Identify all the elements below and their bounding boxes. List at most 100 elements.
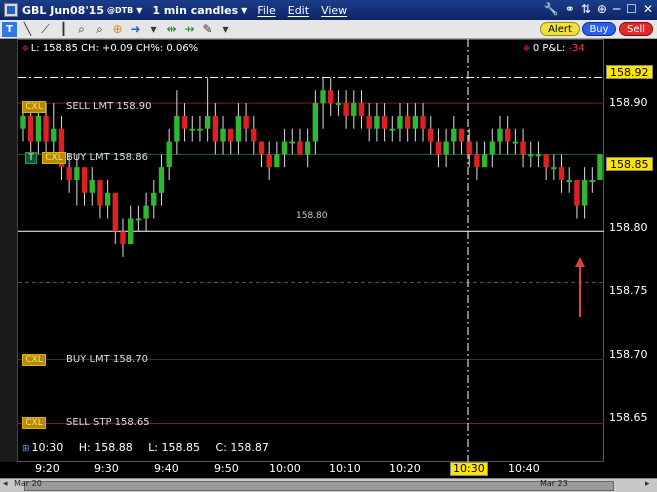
candle-body bbox=[597, 154, 603, 180]
candle-body bbox=[520, 141, 526, 155]
candle-body bbox=[566, 180, 572, 182]
candle-body bbox=[404, 115, 411, 129]
order-label-buy-lmt[interactable]: BUY LMT 158.86 bbox=[66, 152, 148, 163]
line-tool-icon[interactable]: ╲ bbox=[20, 22, 35, 37]
candle-body bbox=[266, 154, 272, 168]
candle-body bbox=[435, 141, 442, 155]
cancel-order-button[interactable]: CXL bbox=[22, 417, 46, 429]
y-axis-label: 158.75 bbox=[609, 284, 648, 297]
candle-body bbox=[243, 115, 249, 129]
symbol-dropdown[interactable]: GBL Jun08'15 @DTB ▼ bbox=[22, 4, 142, 17]
last-change-text: L: 158.85 CH: +0.09 CH%: 0.06% bbox=[30, 43, 199, 54]
scroll-right-icon[interactable]: ▸ bbox=[645, 479, 650, 489]
fibonacci-tool-icon[interactable]: ┃ bbox=[56, 22, 71, 37]
candle-body bbox=[128, 218, 134, 245]
candle-body bbox=[51, 128, 57, 142]
shrink-width-icon[interactable]: ⇸ bbox=[182, 22, 197, 37]
candle-body bbox=[328, 90, 334, 104]
ohlc-low: L: 158.85 bbox=[148, 441, 201, 454]
candle-body bbox=[343, 103, 349, 116]
info-bar: ✥ L: 158.85 CH: +0.09 CH%: 0.06% bbox=[22, 43, 198, 54]
candle-body bbox=[451, 128, 457, 142]
pnl-display: ✥ 0 P&L: -34 bbox=[523, 43, 585, 54]
candle-body bbox=[504, 128, 511, 142]
scroll-left-icon[interactable]: ◂ bbox=[3, 479, 8, 489]
candle-body bbox=[135, 218, 142, 221]
clock-icon: ⊞ bbox=[22, 444, 30, 454]
candle-body bbox=[228, 128, 234, 142]
candle-body bbox=[297, 141, 303, 155]
candle-body bbox=[112, 192, 119, 232]
app-window-icon bbox=[4, 3, 18, 17]
candle-body bbox=[151, 192, 157, 206]
time-scrollbar[interactable]: ◂ Mar 20 Mar 23 ▸ bbox=[0, 478, 657, 492]
arrow-icon[interactable]: ⇅ bbox=[581, 2, 591, 16]
candle-body bbox=[412, 115, 419, 129]
zoom-in-icon[interactable]: ⌕ bbox=[74, 22, 89, 37]
order-label-buy-lmt[interactable]: BUY LMT 158.70 bbox=[66, 354, 148, 365]
candle-body bbox=[535, 154, 542, 157]
y-axis-label: 158.90 bbox=[609, 96, 648, 109]
candle-body bbox=[397, 115, 403, 129]
text-tool-icon[interactable]: T bbox=[2, 21, 17, 37]
candle-body bbox=[497, 128, 503, 142]
maximize-icon[interactable]: ☐ bbox=[626, 2, 637, 16]
candle-body bbox=[89, 180, 95, 193]
ohlc-close: C: 158.87 bbox=[215, 441, 269, 454]
x-axis-label: 10:00 bbox=[269, 462, 301, 475]
link-icon[interactable]: ⚭ bbox=[565, 2, 575, 16]
exchange-label: @DTB bbox=[107, 5, 134, 15]
candle-body bbox=[420, 115, 426, 129]
chart-area[interactable]: ✥ L: 158.85 CH: +0.09 CH%: 0.06% ✥ 0 P&L:… bbox=[0, 39, 657, 492]
close-icon[interactable]: ✕ bbox=[643, 2, 653, 16]
chevron-down-icon: ▼ bbox=[241, 5, 248, 15]
y-axis-high-label: 158.92 bbox=[606, 65, 653, 79]
drag-handle-icon: ✥ bbox=[523, 44, 530, 53]
pin-icon[interactable]: ⊕ bbox=[597, 2, 607, 16]
y-axis-label: 158.65 bbox=[609, 411, 648, 424]
pnl-label: 0 P&L: bbox=[532, 43, 566, 54]
menu-file[interactable]: File bbox=[257, 4, 275, 17]
trendline-tool-icon[interactable]: ⟋ bbox=[38, 22, 53, 37]
candle-body bbox=[20, 115, 26, 129]
candle-body bbox=[428, 128, 434, 142]
fit-width-icon[interactable]: ⇹ bbox=[164, 22, 179, 37]
ohlc-high: H: 158.88 bbox=[78, 441, 133, 454]
drag-handle-icon: ✥ bbox=[22, 44, 29, 53]
order-label-sell-lmt[interactable]: SELL LMT 158.90 bbox=[66, 101, 151, 112]
alert-button[interactable]: Alert bbox=[540, 22, 580, 36]
minimize-icon[interactable]: ─ bbox=[613, 2, 620, 16]
x-axis-label: 9:20 bbox=[35, 462, 60, 475]
transmit-order-button[interactable]: T bbox=[25, 152, 37, 164]
wrench-icon[interactable]: 🔧 bbox=[544, 2, 559, 16]
candle-body bbox=[512, 141, 519, 144]
dropdown-arrow-icon[interactable]: ▾ bbox=[146, 22, 161, 37]
candle-body bbox=[574, 180, 580, 206]
y-axis-label: 158.70 bbox=[609, 348, 648, 361]
cancel-order-button[interactable]: CXL bbox=[42, 152, 66, 164]
buy-button[interactable]: Buy bbox=[582, 22, 616, 36]
candle-body bbox=[366, 115, 372, 129]
x-axis: 9:20 9:30 9:40 9:50 10:00 10:10 10:20 10… bbox=[18, 462, 604, 476]
zoom-out-icon[interactable]: ⌕ bbox=[92, 22, 107, 37]
candle-body bbox=[74, 167, 80, 180]
timeframe-dropdown[interactable]: 1 min candles ▼ bbox=[152, 4, 247, 17]
scroll-right-icon[interactable]: ➜ bbox=[128, 22, 143, 37]
cancel-order-button[interactable]: CXL bbox=[22, 101, 46, 113]
candle-body bbox=[358, 103, 365, 116]
settings-tools-icon[interactable]: ✎ bbox=[200, 22, 215, 37]
dropdown-arrow-icon[interactable]: ▾ bbox=[218, 22, 233, 37]
cancel-order-button[interactable]: CXL bbox=[22, 354, 46, 366]
y-axis-last-label: 158.85 bbox=[606, 157, 653, 171]
candle-body bbox=[289, 141, 295, 144]
menu-view[interactable]: View bbox=[321, 4, 347, 17]
x-axis-label: 10:10 bbox=[329, 462, 361, 475]
candle-body bbox=[320, 90, 326, 104]
price-marker-label: 158.80 bbox=[296, 211, 328, 221]
candle-body bbox=[197, 128, 203, 131]
sell-button[interactable]: Sell bbox=[619, 22, 653, 36]
menu-edit[interactable]: Edit bbox=[288, 4, 309, 17]
order-label-sell-stp[interactable]: SELL STP 158.65 bbox=[66, 417, 150, 428]
crosshair-icon[interactable]: ⊕ bbox=[110, 22, 125, 37]
scroll-thumb[interactable] bbox=[24, 481, 614, 491]
